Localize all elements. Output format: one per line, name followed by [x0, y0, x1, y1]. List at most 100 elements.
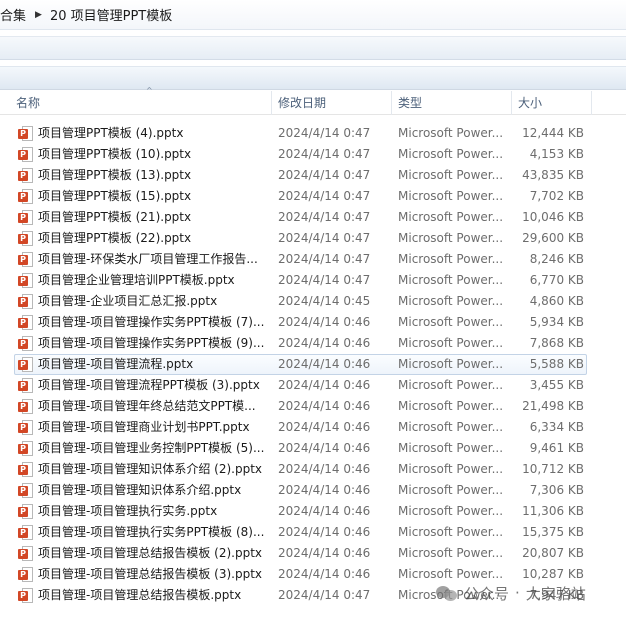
file-size: 5,588 KB	[529, 357, 584, 371]
file-row[interactable]: P 项目管理-项目管理操作实务PPT模板 (7).... 2024/4/14 0:4…	[0, 312, 626, 333]
powerpoint-file-icon: P	[18, 315, 33, 330]
sort-ascending-icon: ^	[146, 86, 153, 95]
file-name[interactable]: 项目管理-项目管理执行实务PPT模板 (8)....	[38, 522, 264, 543]
file-name[interactable]: 项目管理-项目管理商业计划书PPT.pptx	[38, 417, 264, 438]
powerpoint-file-icon: P	[18, 399, 33, 414]
file-date: 2024/4/14 0:46	[278, 567, 371, 581]
file-date: 2024/4/14 0:46	[278, 525, 371, 539]
powerpoint-file-icon: P	[18, 420, 33, 435]
file-type: Microsoft Power...	[398, 462, 504, 476]
watermark-separator: ·	[515, 584, 520, 602]
file-date: 2024/4/14 0:47	[278, 168, 371, 182]
file-type: Microsoft Power...	[398, 483, 504, 497]
file-row[interactable]: P 项目管理PPT模板 (13).pptx 2024/4/14 0:47 Micros…	[0, 165, 626, 186]
file-size: 4,153 KB	[529, 147, 584, 161]
file-row[interactable]: P 项目管理-项目管理流程.pptx 2024/4/14 0:46 Microsoft…	[0, 354, 626, 375]
file-size: 29,600 KB	[522, 231, 584, 245]
file-date: 2024/4/14 0:46	[278, 546, 371, 560]
column-name-header[interactable]: 名称 ^	[10, 86, 272, 115]
file-size: 10,046 KB	[522, 210, 584, 224]
file-row[interactable]: P 项目管理PPT模板 (4).pptx 2024/4/14 0:47 Microso…	[0, 123, 626, 144]
file-name[interactable]: 项目管理-项目管理执行实务.pptx	[38, 501, 264, 522]
breadcrumb-parent[interactable]: 合集	[0, 5, 26, 24]
column-size-header[interactable]: 大小	[512, 91, 592, 115]
file-name[interactable]: 项目管理PPT模板 (21).pptx	[38, 207, 264, 228]
file-row[interactable]: P 项目管理-项目管理商业计划书PPT.pptx 2024/4/14 0:46 Mic…	[0, 417, 626, 438]
powerpoint-file-icon: P	[18, 504, 33, 519]
powerpoint-file-icon: P	[18, 357, 33, 372]
file-type: Microsoft Power...	[398, 147, 504, 161]
file-name[interactable]: 项目管理企业管理培训PPT模板.pptx	[38, 270, 264, 291]
address-bar[interactable]: 合集 ▶ 20 项目管理PPT模板	[0, 0, 626, 30]
file-row[interactable]: P 项目管理企业管理培训PPT模板.pptx 2024/4/14 0:47 Micro…	[0, 270, 626, 291]
file-size: 6,334 KB	[529, 420, 584, 434]
file-row[interactable]: P 项目管理PPT模板 (21).pptx 2024/4/14 0:47 Micros…	[0, 207, 626, 228]
file-name[interactable]: 项目管理-环保类水厂项目管理工作报告...	[38, 249, 264, 270]
file-row[interactable]: P 项目管理-项目管理业务控制PPT模板 (5).... 2024/4/14 0:4…	[0, 438, 626, 459]
file-name[interactable]: 项目管理-项目管理总结报告模板 (3).pptx	[38, 564, 264, 585]
file-size: 43,835 KB	[522, 168, 584, 182]
file-row[interactable]: P 项目管理-项目管理知识体系介绍 (2).pptx 2024/4/14 0:46 M…	[0, 459, 626, 480]
column-date-header[interactable]: 修改日期	[272, 91, 392, 115]
file-row[interactable]: P 项目管理PPT模板 (15).pptx 2024/4/14 0:47 Micros…	[0, 186, 626, 207]
file-type: Microsoft Power...	[398, 168, 504, 182]
file-name[interactable]: 项目管理-项目管理操作实务PPT模板 (9)....	[38, 333, 264, 354]
column-name-label: 名称	[16, 96, 41, 110]
powerpoint-file-icon: P	[18, 147, 33, 162]
file-name[interactable]: 项目管理-项目管理知识体系介绍 (2).pptx	[38, 459, 264, 480]
file-date: 2024/4/14 0:46	[278, 420, 371, 434]
file-row[interactable]: P 项目管理-项目管理流程PPT模板 (3).pptx 2024/4/14 0:46…	[0, 375, 626, 396]
file-size: 6,770 KB	[529, 273, 584, 287]
file-row[interactable]: P 项目管理PPT模板 (10).pptx 2024/4/14 0:47 Micros…	[0, 144, 626, 165]
watermark-text: 公众号	[464, 584, 510, 603]
file-size: 3,455 KB	[529, 378, 584, 392]
file-row[interactable]: P 项目管理-项目管理知识体系介绍.pptx 2024/4/14 0:46 Micro…	[0, 480, 626, 501]
file-row[interactable]: P 项目管理-项目管理操作实务PPT模板 (9).... 2024/4/14 0:4…	[0, 333, 626, 354]
powerpoint-file-icon: P	[18, 126, 33, 141]
file-name[interactable]: 项目管理PPT模板 (22).pptx	[38, 228, 264, 249]
file-date: 2024/4/14 0:46	[278, 483, 371, 497]
file-row[interactable]: P 项目管理-企业项目汇总汇报.pptx 2024/4/14 0:45 Microso…	[0, 291, 626, 312]
column-type-header[interactable]: 类型	[392, 91, 512, 115]
powerpoint-file-icon: P	[18, 336, 33, 351]
file-name[interactable]: 项目管理-项目管理总结报告模板 (2).pptx	[38, 543, 264, 564]
file-size: 8,246 KB	[529, 252, 584, 266]
file-list: P 项目管理PPT模板 (4).pptx 2024/4/14 0:47 Microso…	[0, 123, 626, 606]
file-name[interactable]: 项目管理PPT模板 (4).pptx	[38, 123, 264, 144]
file-name[interactable]: 项目管理-项目管理流程.pptx	[38, 354, 264, 375]
file-date: 2024/4/14 0:47	[278, 210, 371, 224]
file-name[interactable]: 项目管理PPT模板 (13).pptx	[38, 165, 264, 186]
wechat-icon	[436, 584, 458, 602]
file-type: Microsoft Power...	[398, 399, 504, 413]
file-name[interactable]: 项目管理-项目管理年终总结范文PPT模...	[38, 396, 264, 417]
breadcrumb-current[interactable]: 20 项目管理PPT模板	[50, 5, 172, 24]
file-date: 2024/4/14 0:46	[278, 315, 371, 329]
column-type-label: 类型	[398, 96, 423, 110]
file-row[interactable]: P 项目管理-项目管理年终总结范文PPT模... 2024/4/14 0:46 Mic…	[0, 396, 626, 417]
file-row[interactable]: P 项目管理-环保类水厂项目管理工作报告... 2024/4/14 0:47 Micr…	[0, 249, 626, 270]
file-name[interactable]: 项目管理-企业项目汇总汇报.pptx	[38, 291, 264, 312]
file-type: Microsoft Power...	[398, 294, 504, 308]
file-size: 20,807 KB	[522, 546, 584, 560]
file-size: 11,306 KB	[522, 504, 584, 518]
file-size: 7,702 KB	[529, 189, 584, 203]
file-date: 2024/4/14 0:47	[278, 231, 371, 245]
file-row[interactable]: P 项目管理-项目管理执行实务.pptx 2024/4/14 0:46 Microso…	[0, 501, 626, 522]
file-name[interactable]: 项目管理PPT模板 (10).pptx	[38, 144, 264, 165]
file-name[interactable]: 项目管理PPT模板 (15).pptx	[38, 186, 264, 207]
column-size-label: 大小	[518, 96, 543, 110]
file-type: Microsoft Power...	[398, 441, 504, 455]
file-row[interactable]: P 项目管理PPT模板 (22).pptx 2024/4/14 0:47 Micros…	[0, 228, 626, 249]
file-name[interactable]: 项目管理-项目管理总结报告模板.pptx	[38, 585, 264, 606]
file-name[interactable]: 项目管理-项目管理操作实务PPT模板 (7)....	[38, 312, 264, 333]
breadcrumb-separator-icon[interactable]: ▶	[35, 10, 42, 20]
file-date: 2024/4/14 0:47	[278, 147, 371, 161]
file-type: Microsoft Power...	[398, 189, 504, 203]
file-name[interactable]: 项目管理-项目管理知识体系介绍.pptx	[38, 480, 264, 501]
file-name[interactable]: 项目管理-项目管理业务控制PPT模板 (5)....	[38, 438, 264, 459]
file-type: Microsoft Power...	[398, 525, 504, 539]
file-row[interactable]: P 项目管理-项目管理总结报告模板 (2).pptx 2024/4/14 0:46 M…	[0, 543, 626, 564]
file-type: Microsoft Power...	[398, 336, 504, 350]
file-name[interactable]: 项目管理-项目管理流程PPT模板 (3).pptx	[38, 375, 264, 396]
file-row[interactable]: P 项目管理-项目管理执行实务PPT模板 (8).... 2024/4/14 0:4…	[0, 522, 626, 543]
